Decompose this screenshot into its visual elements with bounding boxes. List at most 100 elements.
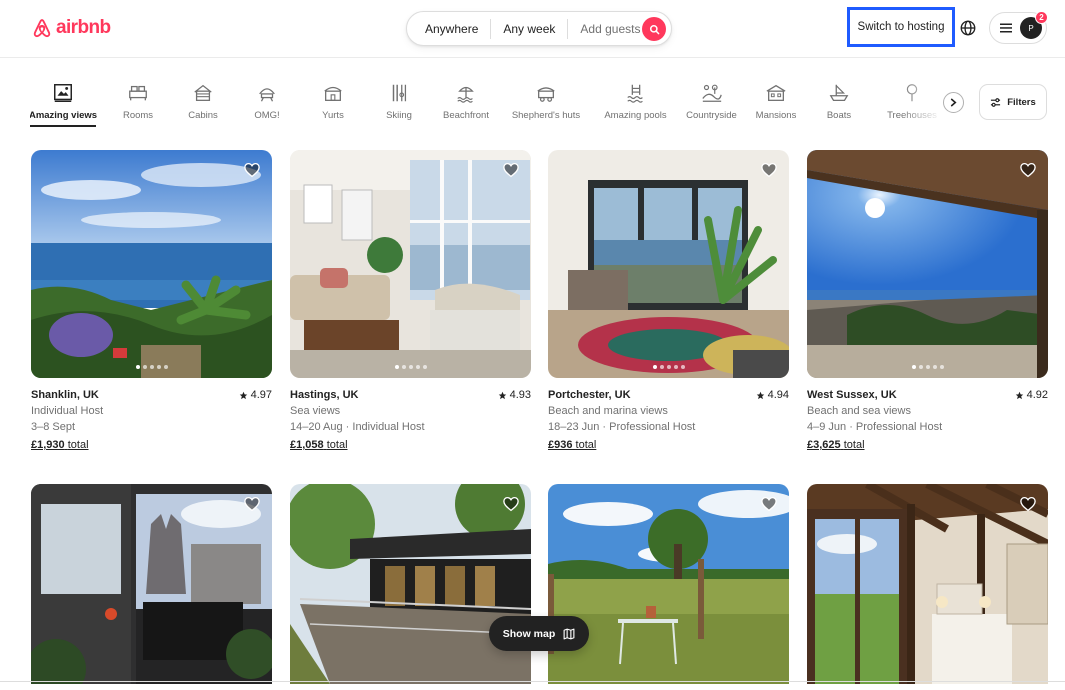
notification-badge: 2: [1035, 11, 1048, 24]
search-location[interactable]: Anywhere: [413, 19, 490, 39]
category-beachfront[interactable]: Beachfront: [442, 82, 490, 134]
search-button[interactable]: [642, 17, 666, 41]
search-bar[interactable]: Anywhere Any week Add guests: [406, 11, 672, 46]
listing-info: Hastings, UK 4.93 Sea views 14–20 Aug · …: [290, 378, 531, 453]
category-bar: Amazing views Rooms Cabins OMG! Yurts Sk…: [0, 58, 1065, 134]
star-icon: [239, 391, 247, 399]
listing-location: Hastings, UK: [290, 389, 359, 401]
category-rooms[interactable]: Rooms: [121, 82, 155, 134]
heart-icon[interactable]: [243, 161, 261, 179]
listing-image-city-view-room: [31, 484, 272, 684]
listing-rating: 4.94: [756, 387, 789, 403]
listing-card[interactable]: [31, 484, 272, 684]
show-map-label: Show map: [502, 627, 556, 640]
listing-card[interactable]: Portchester, UK 4.94 Beach and marina vi…: [548, 150, 789, 453]
amazing-views-icon: [54, 84, 72, 102]
heart-icon[interactable]: [1019, 495, 1037, 513]
listing-dates: 14–20 Aug · Individual Host: [290, 421, 425, 433]
heart-icon[interactable]: [1019, 161, 1037, 179]
listing-info: West Sussex, UK 4.92 Beach and sea views…: [807, 378, 1048, 453]
listing-price[interactable]: £936 total: [548, 437, 789, 453]
show-map-button[interactable]: Show map: [489, 616, 589, 651]
cabins-icon: [194, 84, 212, 101]
listing-info: Shanklin, UK 4.97 Individual Host 3–8 Se…: [31, 378, 272, 453]
switch-to-hosting-button[interactable]: Switch to hosting: [847, 7, 955, 47]
listing-photo[interactable]: [807, 484, 1048, 684]
listing-image-living-room: [290, 150, 531, 378]
category-cabins[interactable]: Cabins: [187, 82, 219, 134]
listing-info: Portchester, UK 4.94 Beach and marina vi…: [548, 378, 789, 453]
category-amazing-pools[interactable]: Amazing pools: [604, 82, 667, 134]
listing-photo[interactable]: [290, 150, 531, 378]
heart-icon[interactable]: [243, 495, 261, 513]
category-yurts[interactable]: Yurts: [320, 82, 346, 134]
hamburger-menu-icon: [1000, 23, 1012, 33]
category-fade: [900, 82, 943, 122]
listing-photo[interactable]: [31, 484, 272, 684]
listing-card[interactable]: Hastings, UK 4.93 Sea views 14–20 Aug · …: [290, 150, 531, 453]
search-icon: [649, 24, 659, 34]
category-skiing[interactable]: Skiing: [386, 82, 412, 134]
heart-icon[interactable]: [760, 161, 778, 179]
category-boats[interactable]: Boats: [826, 82, 852, 134]
listing-description: Beach and marina views: [548, 405, 668, 417]
star-icon: [1015, 391, 1023, 399]
yurts-icon: [324, 86, 342, 101]
listing-card[interactable]: [548, 484, 789, 684]
listing-price[interactable]: £1,058 total: [290, 437, 531, 453]
search-guests[interactable]: Add guests: [568, 19, 652, 39]
carousel-dots: [548, 365, 789, 369]
boats-icon: [829, 84, 849, 101]
category-amazing-views[interactable]: Amazing views: [30, 82, 97, 134]
category-list: Amazing views Rooms Cabins OMG! Yurts Sk…: [30, 82, 945, 134]
filters-icon: [991, 97, 1001, 107]
listing-dates: 18–23 Jun · Professional Host: [548, 421, 696, 433]
star-icon: [756, 391, 764, 399]
listing-rating: 4.92: [1015, 387, 1048, 403]
filters-label: Filters: [1007, 96, 1036, 108]
category-countryside[interactable]: Countryside: [685, 82, 738, 134]
listing-photo[interactable]: [31, 150, 272, 378]
listing-price[interactable]: £1,930 total: [31, 437, 272, 453]
listing-image-timber-cottage: [807, 484, 1048, 684]
mansions-icon: [766, 84, 786, 101]
listing-card[interactable]: West Sussex, UK 4.92 Beach and sea views…: [807, 150, 1048, 453]
listing-rating: 4.93: [498, 387, 531, 403]
listing-photo[interactable]: [548, 484, 789, 684]
countryside-icon: [701, 84, 722, 102]
rooms-icon: [129, 85, 147, 101]
category-omg[interactable]: OMG!: [253, 82, 281, 134]
airbnb-wordmark: airbnb: [56, 17, 111, 38]
listing-description: Beach and sea views: [807, 405, 911, 417]
category-scroll-next-button[interactable]: [943, 92, 964, 113]
globe-icon[interactable]: [959, 19, 977, 37]
listing-photo[interactable]: [807, 150, 1048, 378]
listing-image-cabin-deck: [290, 484, 531, 684]
listing-card[interactable]: [807, 484, 1048, 684]
shepherds-huts-icon: [537, 87, 555, 102]
listing-photo[interactable]: [290, 484, 531, 684]
listing-location: Shanklin, UK: [31, 389, 99, 401]
listing-image-meadow: [548, 484, 789, 684]
listing-card[interactable]: Shanklin, UK 4.97 Individual Host 3–8 Se…: [31, 150, 272, 453]
heart-icon[interactable]: [760, 495, 778, 513]
airbnb-logo-icon: [33, 19, 51, 38]
category-mansions[interactable]: Mansions: [756, 82, 796, 134]
beachfront-icon: [457, 86, 474, 103]
listing-photo[interactable]: [548, 150, 789, 378]
heart-icon[interactable]: [502, 495, 520, 513]
listing-image-beach-terrace: [807, 150, 1048, 378]
category-shepherds-huts[interactable]: Shepherd's huts: [512, 82, 580, 134]
omg-icon: [259, 88, 275, 102]
airbnb-logo[interactable]: airbnb: [31, 16, 111, 40]
listing-host: Individual Host: [31, 405, 104, 417]
listing-image-sea-view: [31, 150, 272, 378]
chevron-right-icon: [950, 98, 957, 107]
filters-button[interactable]: Filters: [979, 84, 1047, 120]
heart-icon[interactable]: [502, 161, 520, 179]
listing-price[interactable]: £3,625 total: [807, 437, 1048, 453]
footer-divider: [0, 681, 1065, 682]
listing-card[interactable]: [290, 484, 531, 684]
search-dates[interactable]: Any week: [491, 19, 567, 39]
skiing-icon: [392, 84, 407, 102]
